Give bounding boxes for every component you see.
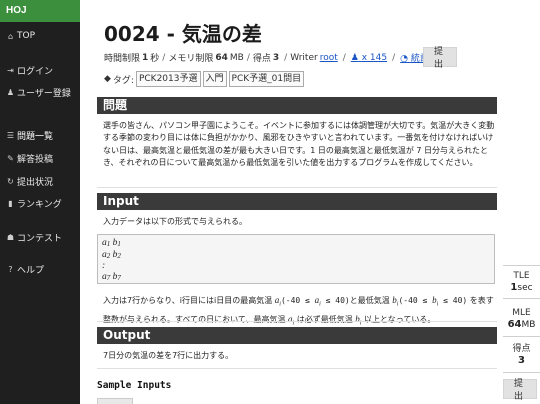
solvers-count: x 145: [361, 52, 388, 63]
user-icon: ♟: [350, 52, 359, 63]
problem-text: 選手の皆さん、パソコン甲子園にようこそ。イベントに参加するには体調管理が大切です…: [103, 121, 495, 167]
tags-label: タグ:: [112, 75, 134, 86]
page-title: 0024 - 気温の差: [104, 22, 262, 46]
input-intro: 入力データは以下の形式で与えられる。: [103, 217, 247, 226]
sidebar-item-label: コンテスト: [17, 234, 63, 244]
score-label: 得点: [252, 54, 271, 64]
sidebar-item-label: ログイン: [17, 67, 54, 77]
users-icon: ☗: [6, 233, 15, 242]
sidebar-item-label: 問題一覧: [17, 132, 54, 142]
tle-stat: TLE 1sec: [503, 271, 540, 294]
score-stat: 得点 3: [503, 344, 540, 367]
time-limit-unit: 秒: [150, 54, 160, 64]
sidebar-item-label: TOP: [17, 31, 36, 41]
separator: /: [246, 52, 250, 63]
refresh-icon: ↻: [7, 177, 14, 186]
submit-button[interactable]: 提出: [423, 47, 457, 70]
sample-input-box: [97, 398, 133, 404]
divider: [503, 265, 540, 266]
sidebar-item-submit[interactable]: ✎ 解答投稿: [6, 152, 53, 165]
problem-heading: 問題: [97, 97, 497, 114]
input-format-box: a1 b1 a2 b2 : a7 b7: [97, 234, 495, 284]
tle-label: TLE: [513, 271, 530, 281]
question-icon: ?: [8, 265, 13, 274]
sidebar-item-problems[interactable]: ☰ 問題一覧: [6, 129, 53, 142]
sidebar-item-contest[interactable]: ☗ コンテスト: [6, 231, 62, 244]
sign-in-icon: ⇥: [7, 66, 14, 75]
score-stat-label: 得点: [512, 344, 531, 354]
format-line: :: [102, 261, 106, 271]
tag-item[interactable]: PCK2013予選: [135, 71, 201, 87]
problem-meta: 時間制限 1 秒 / メモリ制限 64 MB / 得点 3 / Writer r…: [104, 51, 440, 65]
sidebar-item-label: ランキング: [17, 200, 62, 210]
output-heading: Output: [97, 327, 497, 344]
divider: [503, 298, 540, 299]
sidebar-item-label: ヘルプ: [17, 266, 45, 276]
tag-item[interactable]: 入門: [202, 71, 227, 87]
tags-icon: ◆: [104, 74, 111, 84]
list-icon: ☰: [6, 131, 15, 140]
sidebar-item-label: ユーザー登録: [17, 89, 71, 99]
divider: [97, 187, 497, 188]
writer-label: Writer: [290, 52, 318, 63]
time-limit-value: 1: [142, 52, 149, 63]
sample-inputs-heading: Sample Inputs: [97, 380, 172, 391]
output-text: 7日分の気温の差を7行に出力する。: [103, 351, 234, 360]
sidebar-item-ranking[interactable]: ▮ ランキング: [6, 197, 62, 210]
tag-item[interactable]: PCK予選_01問目: [228, 71, 305, 87]
sidebar-item-label: 提出状況: [17, 178, 54, 188]
writer-link[interactable]: root: [320, 53, 338, 63]
memory-limit-value: 64: [215, 52, 228, 63]
user-add-icon: ♟: [6, 88, 15, 97]
sidebar-item-register[interactable]: ♟ ユーザー登録: [6, 86, 71, 99]
sidebar-item-label: 解答投稿: [17, 155, 54, 165]
solvers-link[interactable]: ♟ x 145: [351, 53, 387, 63]
score-stat-value: 3: [518, 355, 525, 366]
format-line: a2 b2: [102, 249, 121, 260]
mle-value: 64MB: [507, 319, 536, 330]
separator: /: [342, 52, 346, 63]
separator: /: [392, 52, 396, 63]
separator: /: [284, 52, 288, 63]
format-line: a7 b7: [102, 271, 121, 282]
divider: [97, 368, 497, 369]
bar-chart-icon: ▮: [8, 199, 13, 208]
sidebar-item-login[interactable]: ⇥ ログイン: [6, 64, 53, 77]
tle-value: 1sec: [510, 282, 533, 293]
home-icon: ⌂: [7, 31, 14, 41]
separator: /: [162, 52, 166, 63]
side-submit-button[interactable]: 提出: [503, 379, 537, 402]
edit-icon: ✎: [7, 154, 14, 163]
score-value: 3: [272, 52, 280, 63]
divider: [503, 336, 540, 337]
input-heading: Input: [97, 193, 497, 210]
time-limit-label: 時間制限: [104, 54, 141, 64]
sidebar-item-help[interactable]: ? ヘルプ: [6, 263, 44, 276]
brand-logo[interactable]: HOJ: [0, 0, 80, 22]
sidebar-item-status[interactable]: ↻ 提出状況: [6, 175, 53, 188]
mle-label: MLE: [512, 308, 531, 318]
mle-stat: MLE 64MB: [503, 308, 540, 331]
divider: [503, 372, 540, 373]
tags-row: ◆ タグ: PCK2013予選 入門 PCK予選_01問目: [104, 71, 305, 87]
divider: [97, 321, 497, 322]
pie-chart-icon: ◔: [400, 54, 409, 64]
sidebar: HOJ ⌂ TOP ⇥ ログイン ♟ ユーザー登録 ☰ 問題一覧 ✎ 解答投稿 …: [0, 0, 80, 404]
memory-limit-label: メモリ制限: [168, 54, 214, 64]
sidebar-item-top[interactable]: ⌂ TOP: [6, 31, 35, 41]
memory-limit-unit: MB: [229, 52, 244, 63]
input-description: 入力は7行からなり、i行目にはi日目の最高気温 ai(-40 ≤ ai ≤ 40…: [103, 295, 494, 327]
format-line: a1 b1: [102, 238, 121, 248]
